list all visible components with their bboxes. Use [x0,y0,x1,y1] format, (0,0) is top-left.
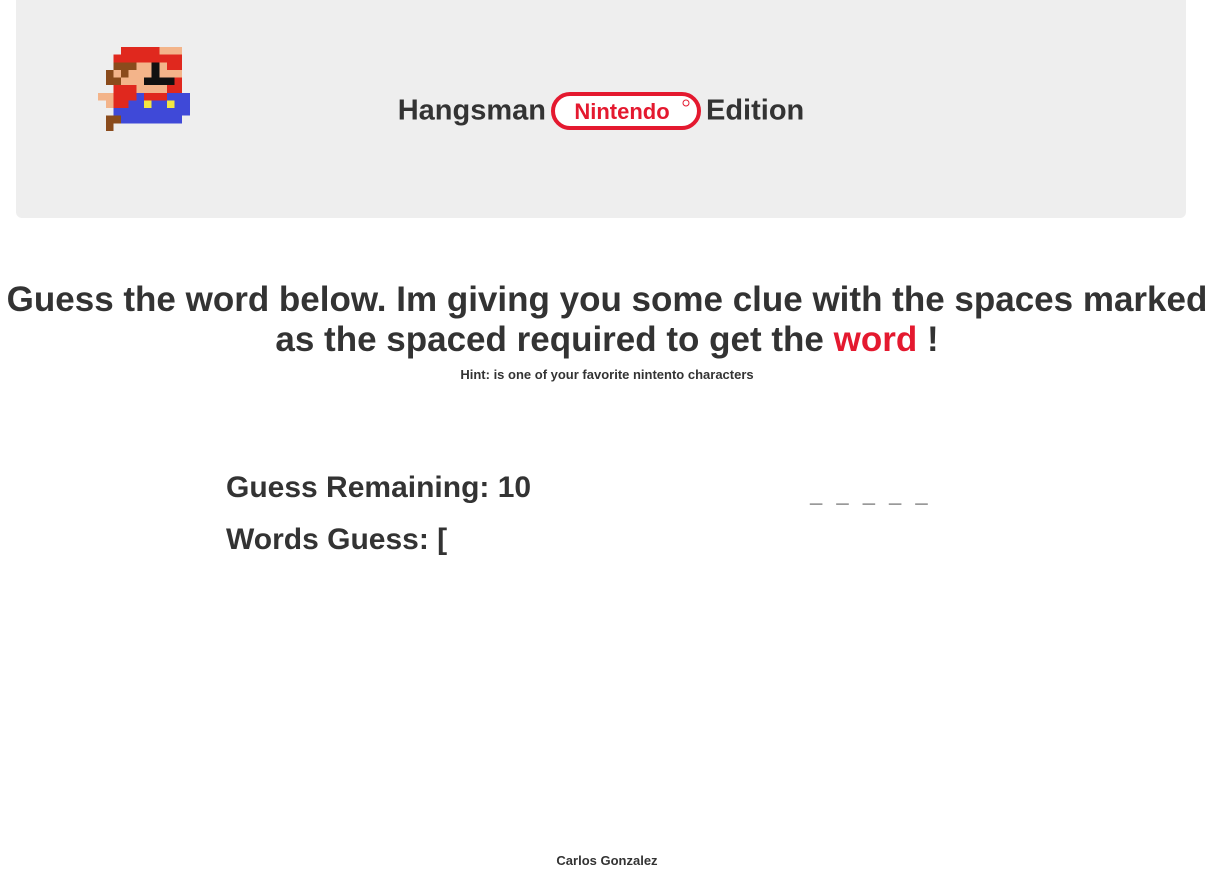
site-title: Hangsman Nintendo Edition [16,92,1186,130]
nintendo-logo: Nintendo [551,92,701,130]
headline-highlight-word: word [833,320,918,359]
title-suffix: Edition [706,94,805,127]
word-blanks: _ _ _ _ _ [810,482,932,507]
headline-text: Guess the word below. Im giving you some… [6,280,1208,359]
game-stats: Guess Remaining: 10 Words Guess: [ [226,470,531,574]
footer-author: Carlos Gonzalez [556,853,658,868]
words-guessed-label: Words Guess: [226,523,429,556]
guesses-remaining: Guess Remaining: 10 [226,470,531,522]
nintendo-logo-text: Nintendo [574,99,669,124]
title-prefix: Hangsman [397,94,546,127]
guesses-remaining-label: Guess Remaining: [226,471,490,504]
words-guessed-value: [ [437,523,448,556]
headline-exclamation: ! [926,320,939,359]
guesses-remaining-value: 10 [497,471,532,504]
instructions-headline: Guess the word below. Im giving you some… [0,280,1214,360]
hint-text: Hint: is one of your favorite nintento c… [460,367,754,382]
words-guessed: Words Guess: [ [226,522,531,574]
header-jumbotron: Hangsman Nintendo Edition [16,0,1186,218]
